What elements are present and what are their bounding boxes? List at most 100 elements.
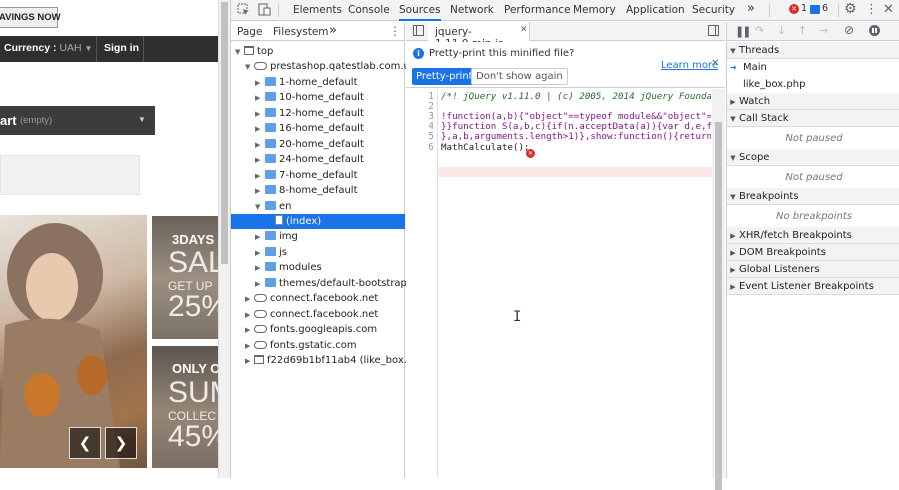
tree-item[interactable]: ▶ js — [231, 245, 405, 260]
shopping-cart-block[interactable]: art (empty) ▼ — [0, 106, 155, 135]
code-line[interactable]: }}function S(a,b,c){if(n.acceptData(a)){… — [441, 122, 711, 132]
close-icon[interactable]: ✕ — [711, 58, 719, 69]
section-header[interactable]: ▼ Threads — [727, 42, 899, 59]
promo-banner-3days[interactable]: 3DAYS SAL GET UP 25% — [152, 216, 218, 339]
expanded-arrow-icon[interactable]: ▼ — [255, 200, 263, 215]
collapsed-arrow-icon[interactable]: ▶ — [255, 76, 263, 91]
step-over-icon[interactable]: ↷ — [755, 24, 764, 37]
kebab-menu-icon[interactable]: ⋮ — [865, 2, 878, 17]
sign-in-link[interactable]: Sign in — [104, 42, 139, 54]
tree-item[interactable]: ▶ themes/default-bootstrap — [231, 276, 407, 292]
tree-item[interactable]: ▶ f22d69b1bf11ab4 (like_box.php) — [231, 353, 430, 369]
tree-item[interactable]: ▶ img — [231, 229, 405, 244]
tree-item[interactable]: ▶ 8-home_default — [231, 183, 405, 198]
tab-network[interactable]: Network — [450, 0, 494, 21]
thread-item[interactable]: ➔ Main — [727, 59, 899, 76]
collapsed-arrow-icon[interactable]: ▶ — [255, 107, 263, 122]
slider-prev-button[interactable]: ❮ — [69, 427, 101, 459]
deactivate-breakpoints-icon[interactable]: ⊘ — [844, 23, 854, 37]
tree-item[interactable]: ▶ modules — [231, 260, 405, 275]
collapsed-arrow-icon[interactable]: ▶ — [245, 354, 253, 369]
tab-filesystem[interactable]: Filesystem — [273, 26, 329, 38]
thread-item[interactable]: like_box.php — [727, 76, 899, 93]
section-header[interactable]: ▶ DOM Breakpoints — [727, 244, 899, 261]
collapsed-arrow-icon[interactable]: ▶ — [255, 246, 263, 261]
scrollbar-thumb[interactable] — [221, 2, 228, 264]
pause-icon[interactable]: ❚❚ — [735, 25, 752, 38]
tree-item[interactable]: ▶ 20-home_default — [231, 137, 405, 152]
close-icon[interactable]: ✕ — [883, 2, 894, 17]
file-tab[interactable]: jquery-1.11.0.min.js ✕ — [428, 22, 530, 50]
inspect-icon[interactable] — [237, 3, 250, 19]
search-block[interactable] — [0, 155, 140, 195]
expanded-arrow-icon[interactable]: ▼ — [245, 60, 253, 75]
tree-item[interactable]: ▼ top — [231, 44, 405, 59]
website-scrollbar[interactable] — [218, 0, 230, 478]
currency-selector[interactable]: Currency : UAH ▼ — [4, 42, 92, 54]
tree-item[interactable]: ▶ 7-home_default — [231, 168, 405, 183]
section-header[interactable]: ▼ Scope — [727, 149, 899, 166]
tree-item[interactable]: ▶ 24-home_default — [231, 152, 405, 167]
line-number[interactable]: 5 — [428, 132, 434, 142]
section-header[interactable]: ▶ Event Listener Breakpoints — [727, 278, 899, 295]
expanded-arrow-icon[interactable]: ▼ — [235, 45, 243, 60]
collapsed-arrow-icon[interactable]: ▶ — [255, 277, 263, 292]
code-line[interactable]: },a,b,arguments.length>1)},show:function… — [441, 132, 711, 142]
collapsed-arrow-icon[interactable]: ▶ — [255, 153, 263, 168]
tab-performance[interactable]: Performance — [504, 0, 571, 21]
section-header[interactable]: ▶ Global Listeners — [727, 261, 899, 278]
collapsed-arrow-icon[interactable]: ▶ — [255, 184, 263, 199]
collapsed-arrow-icon[interactable]: ▶ — [255, 261, 263, 276]
slider-next-button[interactable]: ❯ — [105, 427, 137, 459]
tree-item[interactable]: ▶ fonts.gstatic.com — [231, 338, 405, 353]
code-line[interactable]: !function(a,b){"object"==typeof module&&… — [441, 112, 711, 122]
tree-item[interactable]: ▼ en — [231, 199, 405, 214]
collapsed-arrow-icon[interactable]: ▶ — [245, 323, 253, 338]
collapsed-arrow-icon[interactable]: ▶ — [255, 91, 263, 106]
code-line[interactable]: /*! jQuery v1.11.0 | (c) 2005, 2014 jQue… — [441, 92, 711, 102]
more-navigator-tabs[interactable]: » — [329, 23, 337, 38]
device-toggle-icon[interactable] — [258, 3, 271, 19]
tree-item[interactable]: ▶ connect.facebook.net — [231, 291, 405, 306]
tree-item[interactable]: ▶ fonts.googleapis.com — [231, 322, 405, 337]
collapsed-arrow-icon[interactable]: ▶ — [255, 122, 263, 137]
tree-item[interactable]: ▶ 1-home_default — [231, 75, 405, 90]
editor-scrollbar[interactable] — [712, 89, 725, 490]
section-header[interactable]: ▶ Watch — [727, 93, 899, 110]
tab-console[interactable]: Console — [348, 0, 390, 21]
savings-banner-button[interactable]: AVINGS NOW — [0, 7, 61, 28]
tree-item[interactable]: ▶ 16-home_default — [231, 121, 405, 136]
tree-item[interactable]: ▶ connect.facebook.net — [231, 307, 405, 322]
learn-more-link[interactable]: Learn more — [661, 60, 718, 71]
more-tabs-button[interactable]: » — [747, 0, 755, 19]
pretty-print-button[interactable]: Pretty-print — [412, 68, 477, 85]
toggle-debugger-icon[interactable] — [708, 25, 719, 36]
collapsed-arrow-icon[interactable]: ▶ — [245, 308, 253, 323]
promo-banner-summer[interactable]: ONLY O SUM COLLEC 45% — [152, 346, 218, 468]
code-line[interactable]: MathCalculate(); — [441, 143, 530, 153]
tab-security[interactable]: Security — [692, 0, 735, 21]
toggle-navigator-icon[interactable] — [413, 25, 424, 36]
step-icon[interactable]: → — [819, 24, 828, 37]
tab-page[interactable]: Page — [237, 26, 262, 38]
error-count[interactable]: 1 — [801, 3, 807, 14]
tree-item[interactable]: ▶ 12-home_default — [231, 106, 405, 121]
tab-memory[interactable]: Memory — [573, 0, 616, 21]
collapsed-arrow-icon[interactable]: ▶ — [255, 230, 263, 245]
step-into-icon[interactable]: ↓ — [777, 24, 786, 37]
close-icon[interactable]: ✕ — [520, 25, 528, 35]
pause-on-exceptions-icon[interactable] — [869, 25, 880, 36]
collapsed-arrow-icon[interactable]: ▶ — [255, 138, 263, 153]
dont-show-again-button[interactable]: Don't show again — [471, 68, 568, 85]
collapsed-arrow-icon[interactable]: ▶ — [245, 339, 253, 354]
line-number[interactable]: 6 — [428, 142, 434, 153]
tree-item[interactable]: ▼ prestashop.qatestlab.com.ua — [231, 59, 416, 75]
tab-elements[interactable]: Elements — [293, 0, 342, 21]
tree-item[interactable]: (index) — [231, 213, 405, 230]
tree-item[interactable]: ▶ 10-home_default — [231, 90, 405, 105]
gear-icon[interactable]: ⚙ — [844, 1, 857, 17]
step-out-icon[interactable]: ↑ — [798, 24, 807, 37]
scrollbar-thumb[interactable] — [715, 122, 722, 490]
tab-application[interactable]: Application — [626, 0, 685, 21]
section-header[interactable]: ▼ Call Stack — [727, 110, 899, 127]
